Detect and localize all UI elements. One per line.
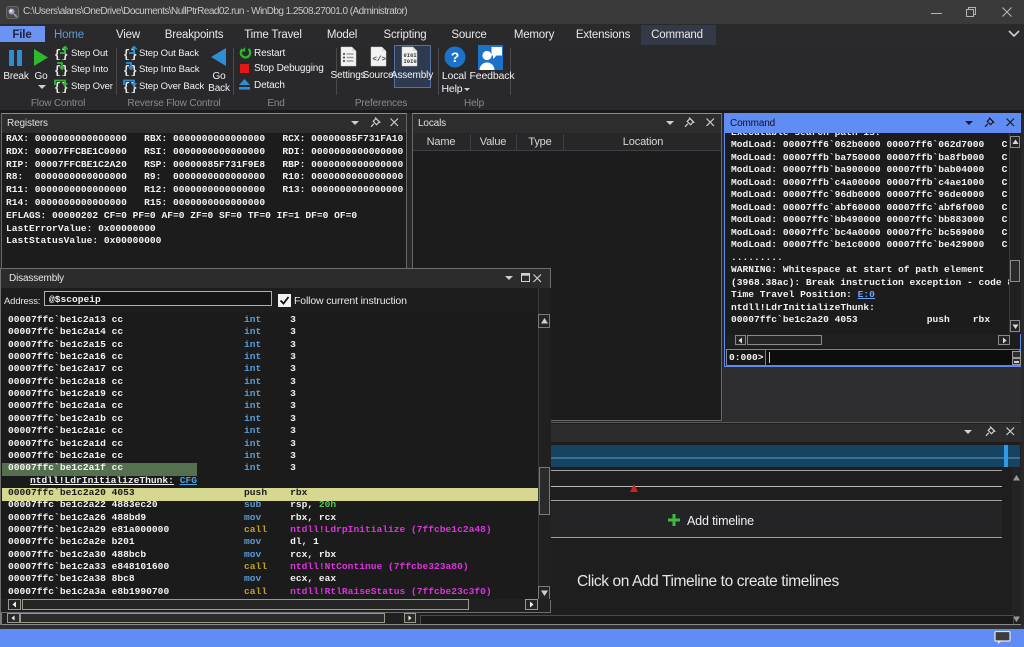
svg-text:I0I0: I0I0 <box>404 58 417 65</box>
svg-text:{}: {} <box>123 64 137 76</box>
svg-text:{}: {} <box>54 48 68 60</box>
svg-text:{}: {} <box>54 81 68 93</box>
svg-text:</>: </> <box>373 56 387 64</box>
svg-text:?: ? <box>451 49 460 65</box>
svg-text:{}: {} <box>54 64 68 76</box>
